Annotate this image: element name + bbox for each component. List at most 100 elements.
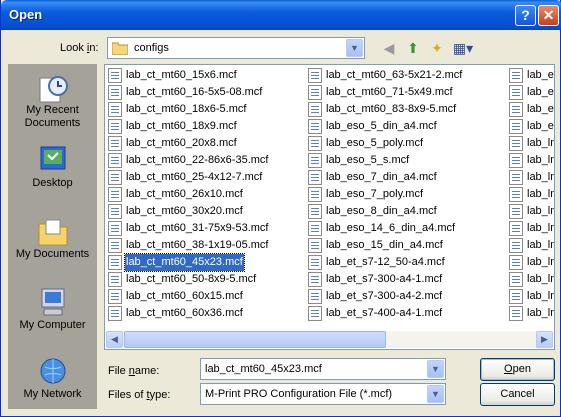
file-name: lab_ct_mt60_15x6.mcf: [126, 69, 237, 81]
file-icon: [108, 306, 122, 321]
file-name: lab_eso_7_poly.mcf: [326, 188, 424, 200]
horizontal-scrollbar[interactable]: ◀ ▶: [106, 331, 553, 348]
look-in-value: configs: [134, 42, 169, 54]
file-name: lab_ct_mt60_20x8.mcf: [126, 137, 237, 149]
chevron-down-icon[interactable]: ▼: [427, 360, 444, 378]
file-name: lab_eso_8_din_a4.mcf: [326, 205, 437, 217]
file-name: lab_ct_mt60_38-1x19-05.mcf: [126, 239, 269, 251]
file-name: lab_ct_mt60_60x15.mcf: [126, 290, 243, 302]
place-recent-documents[interactable]: My Recent Documents: [8, 72, 97, 130]
file-name-label: File name:: [108, 365, 160, 377]
file-name: lab_ct_mt60_50-8x9-5.mcf: [126, 273, 257, 285]
file-icon: [509, 272, 523, 287]
file-name: lab_eso_15_din_a4.mcf: [326, 239, 443, 251]
file-icon: [108, 204, 122, 219]
file-name: lab_et: [527, 69, 555, 81]
file-icon: [308, 153, 322, 168]
open-dialog: Open ? ✕ Look in: configs ▼ ◀ ⬆ ✦ ▦▾ My …: [0, 0, 561, 417]
file-name-field[interactable]: lab_ct_mt60_45x23.mcf ▼: [200, 358, 446, 380]
file-icon: [509, 221, 523, 236]
open-button[interactable]: Open: [480, 358, 555, 381]
file-list[interactable]: lab_lm lab_lm lab_lm lab_lm lab_lm lab_lm lab_…: [104, 64, 555, 350]
file-name: lab_eso_5_din_a4.mcf: [326, 120, 437, 132]
file-icon: [509, 68, 523, 83]
chevron-down-icon[interactable]: ▼: [427, 385, 444, 403]
file-name: lab_ct_mt60_71-5x49.mcf: [326, 86, 453, 98]
place-my-documents[interactable]: My Documents: [8, 216, 97, 261]
file-name: lab_ct_mt60_22-86x6-35.mcf: [126, 154, 269, 166]
file-icon: [308, 119, 322, 134]
file-name: lab_ct_mt60_83-8x9-5.mcf: [326, 103, 457, 115]
title-bar[interactable]: Open ? ✕: [1, 0, 561, 30]
scroll-right-icon[interactable]: ▶: [536, 331, 553, 348]
file-icon: [308, 204, 322, 219]
place-label: Desktop: [32, 177, 73, 189]
folder-icon: [112, 42, 128, 55]
file-icon: [509, 136, 523, 151]
file-name: lab_ct_mt60_31-75x9-53.mcf: [126, 222, 269, 234]
file-name: lab_ct_mt60_18x9.mcf: [126, 120, 237, 132]
file-type-value: M-Print PRO Configuration File (*.mcf): [205, 388, 393, 400]
file-icon: [509, 238, 523, 253]
file-icon: [308, 102, 322, 117]
help-button[interactable]: ?: [515, 5, 536, 26]
file-name-value: lab_ct_mt60_45x23.mcf: [205, 363, 322, 375]
file-icon: [108, 238, 122, 253]
file-name: lab_lm: [527, 290, 554, 302]
place-label: My Network: [23, 388, 82, 400]
back-icon[interactable]: ◀: [379, 38, 399, 58]
file-name: lab_lm: [527, 222, 554, 234]
file-name: lab_eso_14_6_din_a4.mcf: [326, 222, 456, 234]
file-icon: [308, 68, 322, 83]
scrollbar-thumb[interactable]: [124, 331, 386, 348]
my-network-icon: [40, 358, 65, 384]
file-name: lab_ct_mt60_30x20.mcf: [126, 205, 243, 217]
file-icon: [308, 238, 322, 253]
file-icon: [108, 85, 122, 100]
file-name: lab_lm: [527, 154, 554, 166]
desktop-icon: [40, 146, 65, 170]
file-icon: [308, 289, 322, 304]
file-icon: [308, 255, 322, 270]
file-name: lab_ct_mt60_26x10.mcf: [126, 188, 243, 200]
file-icon: [108, 272, 122, 287]
look-in-combo[interactable]: configs ▼: [107, 37, 365, 59]
new-folder-icon[interactable]: ✦: [427, 38, 447, 58]
look-in-label: Look in:: [60, 42, 99, 54]
view-menu-icon[interactable]: ▦▾: [451, 38, 475, 58]
file-name: lab_ct_mt60_60x36.mcf: [126, 307, 243, 319]
file-icon: [108, 153, 122, 168]
file-type-select[interactable]: M-Print PRO Configuration File (*.mcf) ▼: [200, 383, 446, 405]
file-icon: [108, 102, 122, 117]
file-name: lab_et_s7-400-a4-1.mcf: [326, 307, 443, 319]
my-computer-icon: [41, 288, 64, 316]
place-label: My Documents: [15, 248, 90, 260]
place-my-computer[interactable]: My Computer: [8, 287, 97, 332]
file-icon: [509, 187, 523, 202]
file-icon: [108, 187, 122, 202]
file-icon: [509, 204, 523, 219]
place-label: My Computer: [19, 319, 86, 331]
file-name: lab_lm: [527, 239, 554, 251]
scroll-left-icon[interactable]: ◀: [106, 331, 123, 348]
file-name: lab_lm: [527, 256, 554, 268]
file-name: lab_lm: [527, 307, 554, 319]
file-icon: [308, 187, 322, 202]
file-icon: [308, 170, 322, 185]
file-name: lab_et: [527, 86, 555, 98]
up-folder-icon[interactable]: ⬆: [403, 38, 423, 58]
place-desktop[interactable]: Desktop: [8, 145, 97, 190]
place-my-network[interactable]: My Network: [8, 356, 97, 401]
file-icon: [108, 68, 122, 83]
file-name: lab_ct_mt60_18x6-5.mcf: [126, 103, 247, 115]
cancel-button[interactable]: Cancel: [480, 383, 555, 406]
file-icon: [108, 221, 122, 236]
file-icon: [108, 136, 122, 151]
file-name: lab_eso_7_din_a4.mcf: [326, 171, 437, 183]
close-button[interactable]: ✕: [538, 5, 559, 26]
file-icon: [308, 272, 322, 287]
file-icon: [509, 289, 523, 304]
file-name: lab_ct_mt60_25-4x12-7.mcf: [126, 171, 263, 183]
window-title: Open: [9, 7, 43, 22]
chevron-down-icon[interactable]: ▼: [346, 39, 363, 57]
